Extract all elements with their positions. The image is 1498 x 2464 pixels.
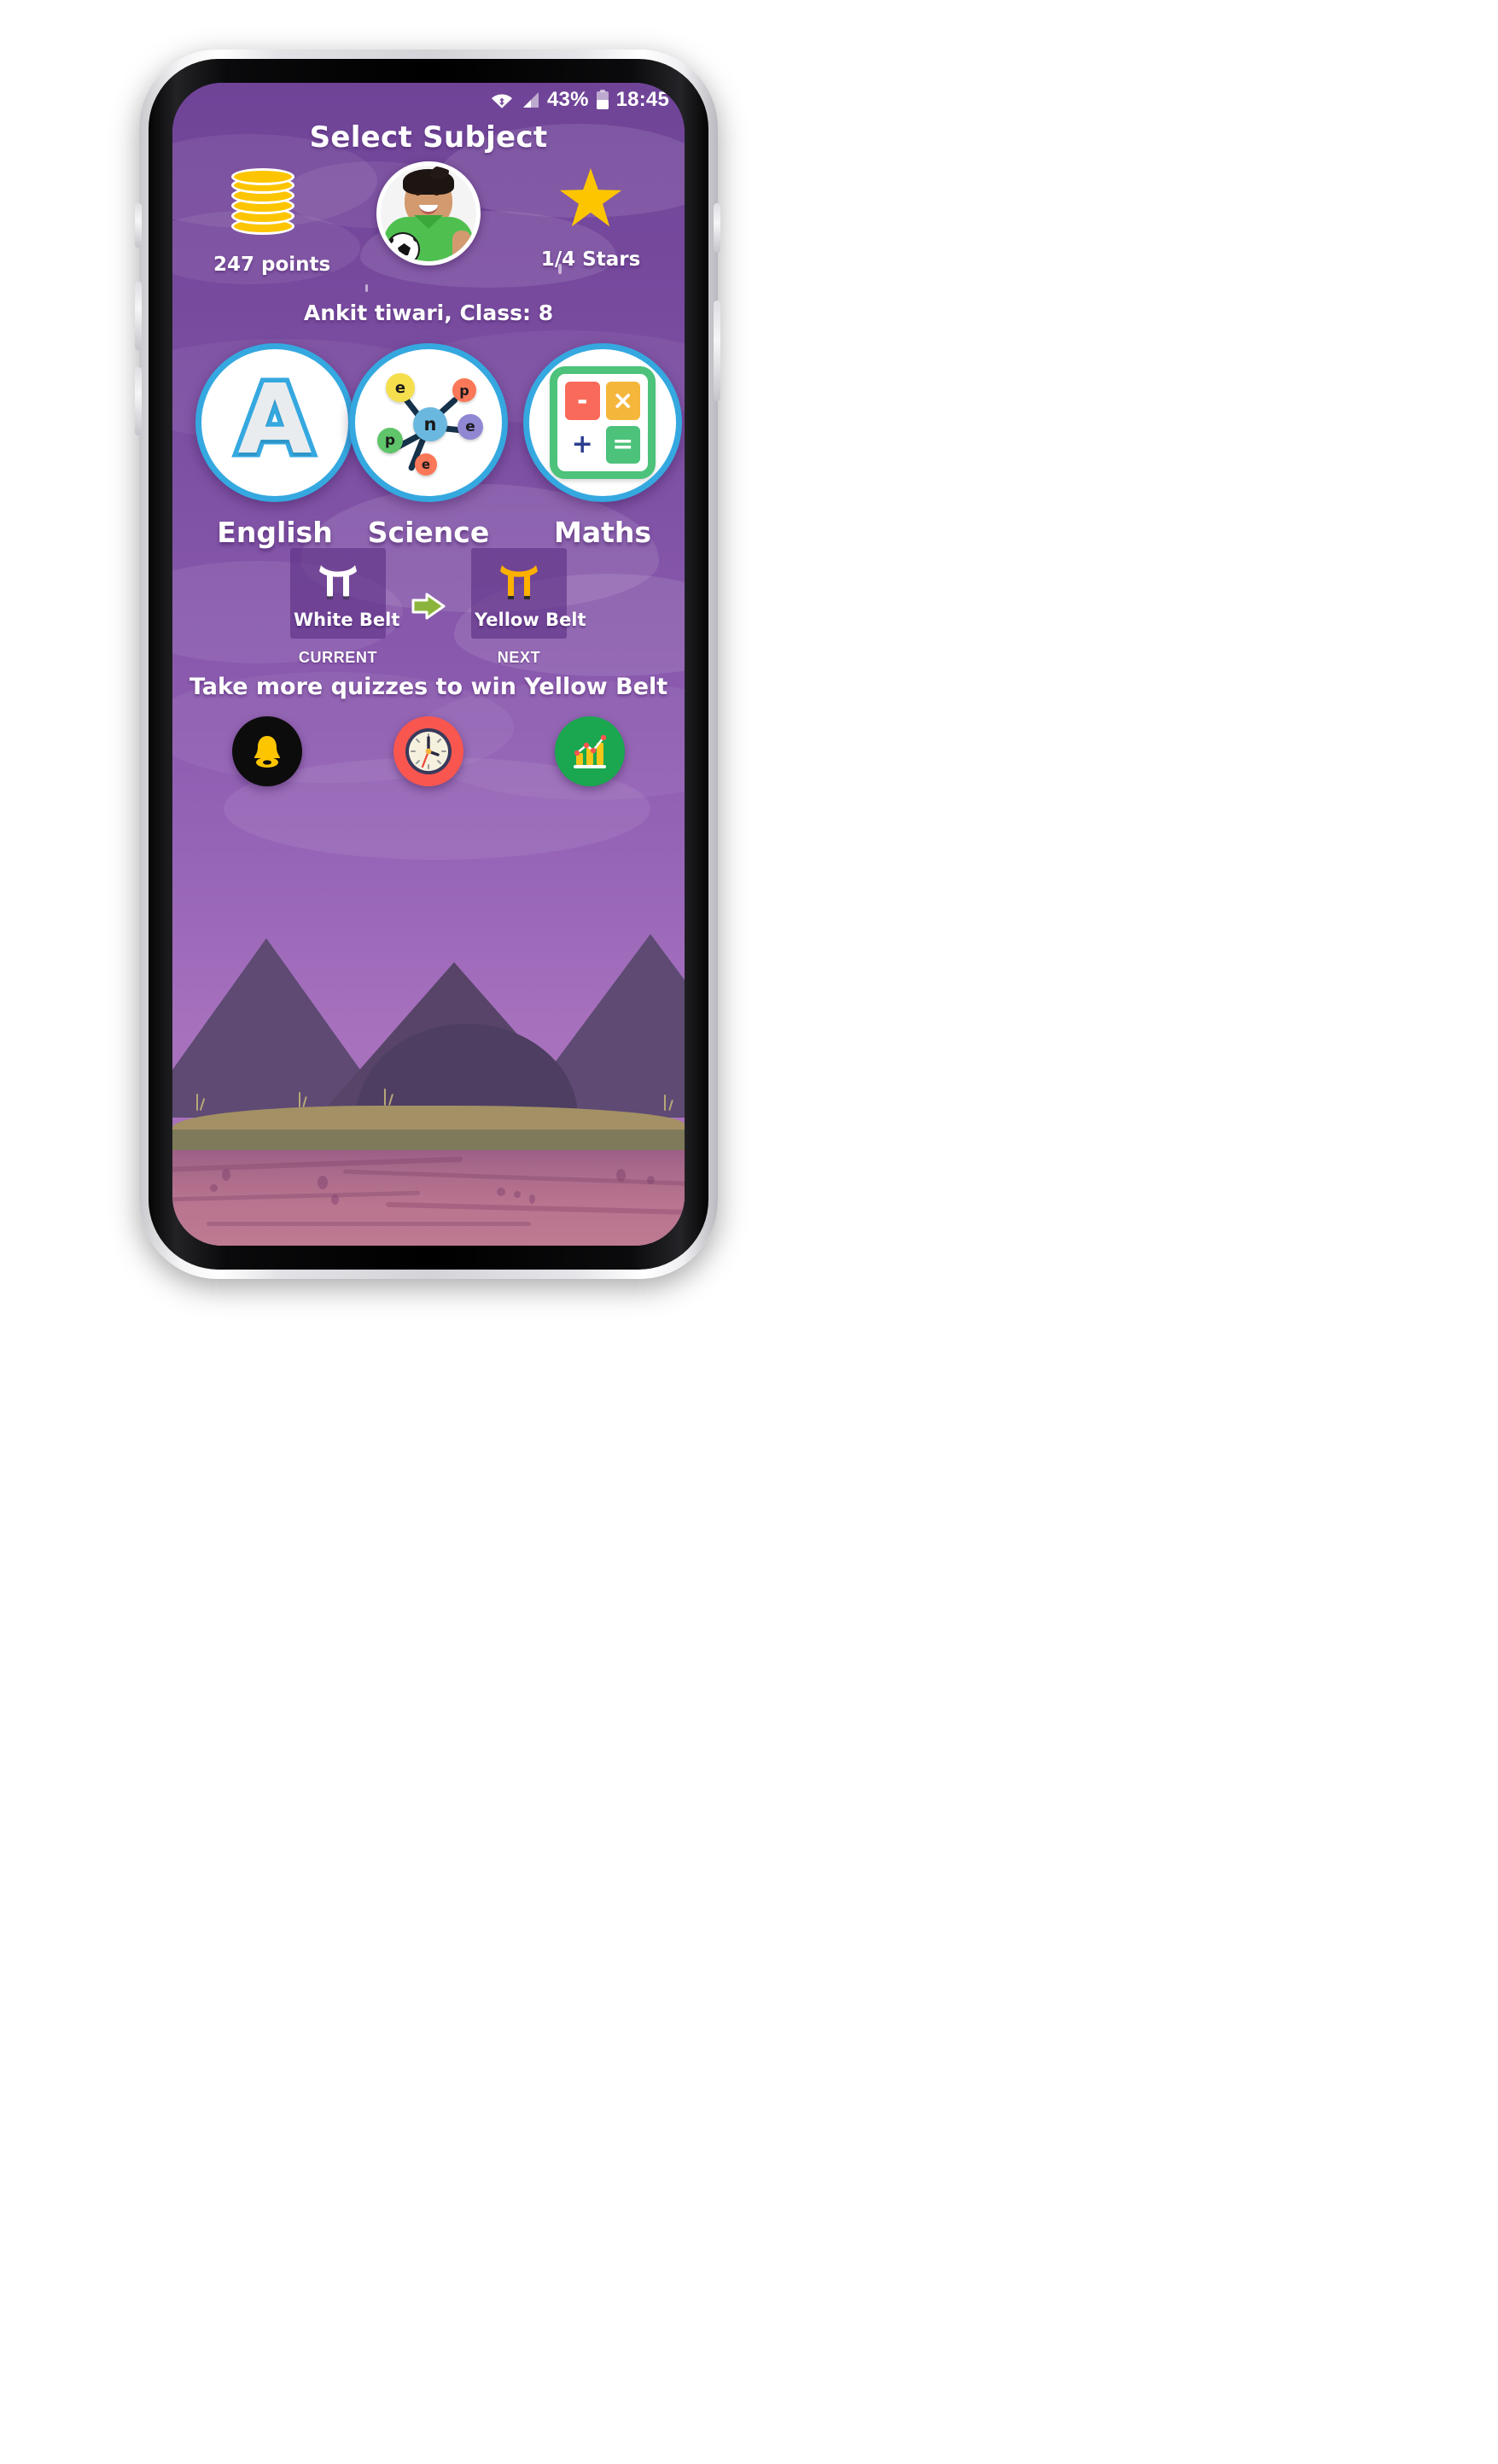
wifi-icon	[491, 91, 513, 109]
background-landscape	[172, 836, 685, 1246]
points-label: 247 points	[213, 254, 331, 276]
subject-selector: A English n e p e e p Science - × + = Ma…	[172, 343, 685, 549]
power-button[interactable]	[714, 301, 720, 401]
belt-card-next[interactable]: Yellow Belt	[471, 548, 586, 639]
soccer-ball-icon	[386, 232, 420, 261]
signal-icon	[520, 91, 540, 109]
belt-hint-label: Take more quizzes to win Yellow Belt	[189, 674, 668, 700]
soil-foreground	[172, 1150, 685, 1246]
volume-down-button[interactable]	[135, 367, 142, 435]
belt-card-current[interactable]: White Belt	[290, 548, 400, 639]
coin-stack-icon	[231, 168, 294, 235]
letter-a-glyph: A	[233, 365, 317, 476]
phone-bezel: 43% 18:45 Select Subject 247 points 1/4 …	[149, 59, 708, 1270]
atom-node-3: e	[415, 453, 437, 476]
action-icon-row	[172, 716, 685, 802]
battery-percent-label: 43%	[546, 88, 589, 111]
user-name-class-label: Ankit tiwari, Class: 8	[303, 301, 554, 325]
subject-label-maths: Maths	[553, 516, 652, 549]
status-bar: 43% 18:45	[172, 83, 685, 117]
phone-screen: 43% 18:45 Select Subject 247 points 1/4 …	[172, 83, 685, 1246]
atom-node-1: p	[452, 378, 476, 402]
letter-a-icon: A	[195, 343, 354, 502]
assistant-button[interactable]	[714, 203, 720, 253]
page-title: Select Subject	[309, 120, 548, 155]
atom-node-2: e	[458, 414, 483, 440]
belt-state-current: CURRENT	[298, 649, 378, 666]
clock-icon	[405, 728, 452, 774]
points-block[interactable]: 247 points	[213, 168, 331, 276]
star-icon	[559, 168, 622, 227]
volume-up-button[interactable]	[135, 282, 142, 350]
stars-block[interactable]: 1/4 Stars	[531, 168, 650, 271]
silent-switch[interactable]	[135, 203, 142, 248]
subject-label-english: English	[217, 516, 333, 549]
atom-node-center: n	[413, 407, 447, 441]
belt-state-next: NEXT	[497, 649, 541, 666]
white-belt-icon	[294, 560, 382, 603]
calc-key-equals: =	[605, 425, 640, 464]
notifications-button[interactable]	[232, 716, 302, 786]
calc-key-plus: +	[571, 429, 593, 460]
calculator-icon: - × + =	[523, 343, 682, 502]
bell-icon	[254, 736, 280, 768]
clock-label: 18:45	[615, 88, 669, 111]
arrow-right-icon	[410, 589, 447, 623]
atom-node-4: p	[377, 428, 403, 453]
atom-icon: n e p e e p	[349, 343, 508, 502]
subject-card-science[interactable]: n e p e e p Science	[343, 343, 514, 549]
battery-icon	[596, 90, 609, 110]
stars-label: 1/4 Stars	[540, 248, 641, 271]
screenshot-canvas: 43% 18:45 Select Subject 247 points 1/4 …	[0, 0, 1498, 2464]
belt-progress-row: White Belt CURRENT Yellow Belt NEXT	[172, 548, 685, 668]
subject-card-english[interactable]: A English	[189, 343, 360, 549]
atom-node-0: e	[386, 373, 415, 402]
bar-chart-icon	[574, 734, 607, 768]
user-avatar	[376, 161, 481, 266]
belt-name-next: Yellow Belt	[475, 610, 586, 630]
avatar-block[interactable]	[376, 161, 481, 266]
subject-card-maths[interactable]: - × + = Maths	[517, 343, 685, 549]
calc-key-times: ×	[605, 382, 640, 420]
timer-button[interactable]	[393, 716, 463, 786]
phone-device-frame: 43% 18:45 Select Subject 247 points 1/4 …	[139, 50, 718, 1279]
statistics-button[interactable]	[555, 716, 625, 786]
yellow-belt-icon	[475, 560, 563, 603]
subject-label-science: Science	[367, 516, 490, 549]
calc-key-minus: -	[565, 382, 600, 420]
profile-summary-row: 247 points 1/4 Stars	[172, 161, 685, 307]
belt-name-current: White Belt	[294, 610, 400, 630]
